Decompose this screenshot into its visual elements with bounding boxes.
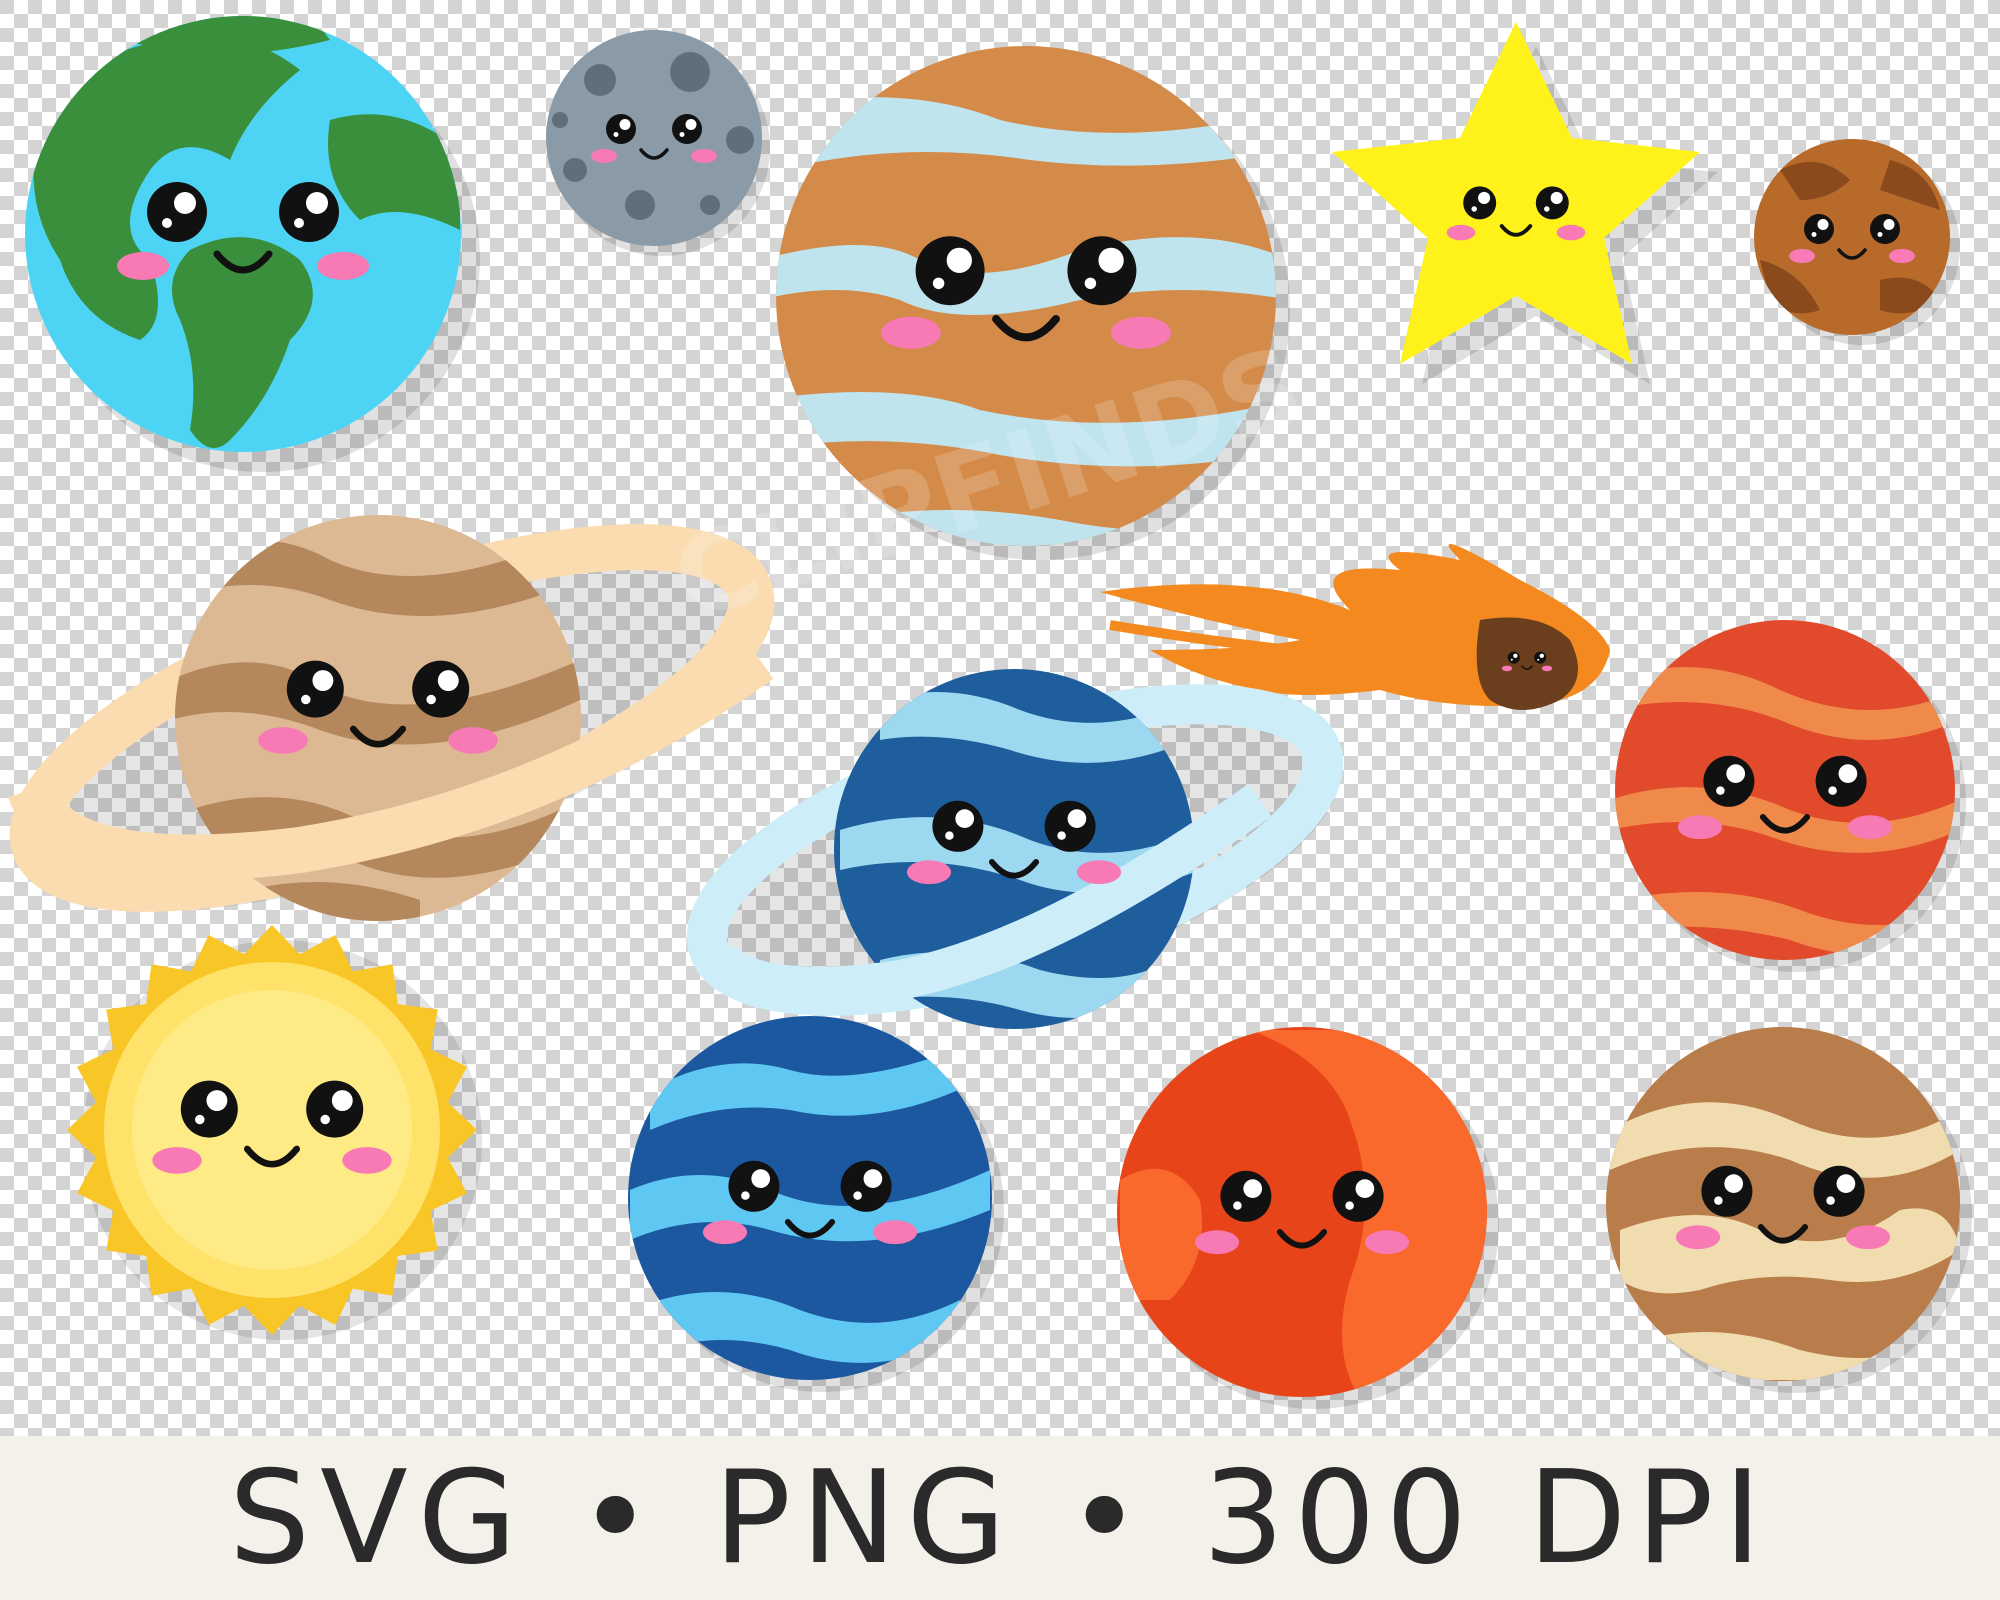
- right-eye: [1067, 236, 1137, 306]
- left-eye: [147, 182, 207, 242]
- cheek-blush: [1076, 860, 1122, 885]
- cheek-blush: [152, 1147, 202, 1174]
- cheek-blush: [881, 316, 941, 349]
- cheek-blush: [1889, 249, 1915, 263]
- right-eye: [672, 114, 702, 144]
- left-eye: [932, 800, 984, 852]
- left-eye: [1703, 755, 1755, 807]
- left-eye: [1507, 651, 1520, 664]
- right-eye: [840, 1160, 892, 1212]
- cheek-blush: [1111, 316, 1171, 349]
- left-eye: [1220, 1170, 1272, 1222]
- cheek-blush: [1364, 1230, 1410, 1255]
- cheek-blush: [1556, 224, 1586, 241]
- cheek-blush: [702, 1220, 748, 1245]
- left-eye: [286, 660, 344, 718]
- cheek-blush: [448, 727, 498, 754]
- left-eye: [915, 236, 985, 306]
- planets-artwork: CLIPFINDS: [0, 0, 2000, 1436]
- left-eye: [1804, 214, 1834, 244]
- cheek-blush: [342, 1147, 392, 1174]
- right-eye: [1815, 755, 1867, 807]
- right-eye: [412, 660, 470, 718]
- right-eye: [1535, 186, 1569, 220]
- cheek-blush: [872, 1220, 918, 1245]
- right-eye: [1534, 651, 1547, 664]
- cheek-blush: [1541, 665, 1553, 672]
- cheek-blush: [1446, 224, 1476, 241]
- format-footer-text: SVG • PNG • 300 DPI: [228, 1443, 1772, 1593]
- left-eye: [728, 1160, 780, 1212]
- cheek-blush: [1677, 815, 1723, 840]
- cheek-blush: [691, 149, 717, 163]
- left-eye: [1701, 1165, 1753, 1217]
- cheek-blush: [258, 727, 308, 754]
- cheek-blush: [1789, 249, 1815, 263]
- cheek-blush: [1501, 665, 1513, 672]
- cheek-blush: [906, 860, 952, 885]
- cheek-blush: [1675, 1225, 1721, 1250]
- cheek-blush: [317, 252, 369, 280]
- right-eye: [1870, 214, 1900, 244]
- cheek-blush: [591, 149, 617, 163]
- left-eye: [606, 114, 636, 144]
- right-eye: [1332, 1170, 1384, 1222]
- format-footer: SVG • PNG • 300 DPI: [0, 1436, 2000, 1600]
- cheek-blush: [117, 252, 169, 280]
- right-eye: [1813, 1165, 1865, 1217]
- left-eye: [180, 1080, 238, 1138]
- right-eye: [306, 1080, 364, 1138]
- cheek-blush: [1847, 815, 1893, 840]
- right-eye: [279, 182, 339, 242]
- cheek-blush: [1194, 1230, 1240, 1255]
- right-eye: [1044, 800, 1096, 852]
- cheek-blush: [1845, 1225, 1891, 1250]
- left-eye: [1463, 186, 1497, 220]
- clipart-sheet: CLIPFINDS SVG • PNG • 300 DPI: [0, 0, 2000, 1600]
